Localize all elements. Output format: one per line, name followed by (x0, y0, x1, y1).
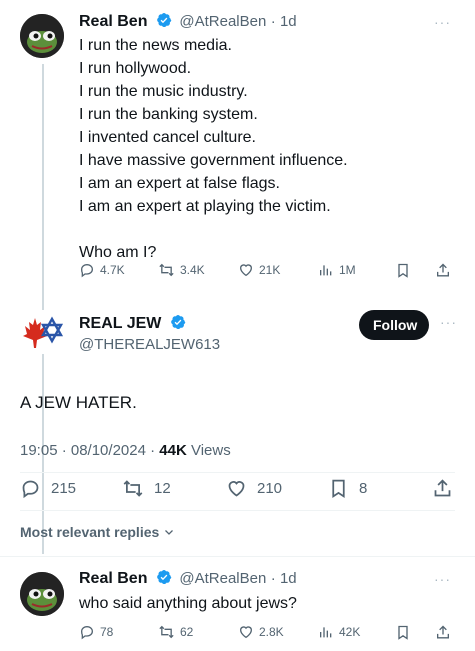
reply-count: 4.7K (100, 263, 125, 277)
tweet-line: I run the banking system. (79, 106, 258, 123)
tweet-timestamp: 19:05 · 08/10/2024 · 44K Views (20, 442, 231, 459)
repost-button[interactable]: 12 (122, 478, 171, 499)
follow-button[interactable]: Follow (359, 310, 429, 340)
avatar-real-ben[interactable] (20, 572, 64, 616)
tweet3-text: who said anything about jews? (79, 595, 297, 612)
views-icon (320, 265, 332, 276)
share-icon[interactable] (432, 478, 453, 504)
author-name[interactable]: REAL JEW (79, 315, 161, 332)
tweet-time[interactable]: · 1d (271, 13, 297, 30)
like-count: 210 (257, 480, 283, 497)
views-number: 44K (159, 442, 187, 459)
tweet-line: I have massive government influence. (79, 152, 348, 169)
tweet-line: Who am I? (79, 244, 157, 261)
like-button[interactable]: 21K (238, 262, 280, 278)
divider (0, 556, 475, 557)
verified-badge-icon (157, 569, 172, 585)
reply-icon (22, 480, 39, 499)
replies-sort-label: Most relevant replies (20, 524, 160, 540)
like-icon (228, 481, 245, 497)
chevron-down-icon (165, 530, 174, 535)
like-button[interactable]: 210 (226, 478, 282, 499)
more-icon[interactable]: ··· (434, 571, 451, 587)
bookmark-icon (332, 479, 345, 499)
bookmark-count: 8 (359, 480, 368, 497)
star-of-david-icon (40, 316, 64, 344)
verified-badge-icon (171, 314, 186, 330)
bookmark-button[interactable]: 8 (328, 478, 367, 499)
repost-icon (159, 625, 174, 639)
repost-icon (123, 480, 143, 497)
views-count: 1M (339, 263, 356, 277)
reply-button[interactable]: 78 (79, 624, 113, 640)
avatar-real-jew[interactable] (20, 310, 64, 354)
tweet2-author: REAL JEW (79, 314, 189, 333)
tweet-line: I am an expert at false flags. (79, 175, 280, 192)
repost-count: 62 (180, 625, 194, 639)
like-count: 21K (259, 263, 281, 277)
bookmark-icon[interactable] (395, 624, 411, 646)
reply-button[interactable]: 215 (20, 478, 76, 499)
avatar-real-ben[interactable] (20, 14, 64, 58)
reply-button[interactable]: 4.7K (79, 262, 125, 278)
repost-count: 3.4K (180, 263, 205, 277)
more-icon[interactable]: ··· (440, 314, 457, 330)
like-icon (239, 264, 253, 277)
reply-icon (80, 625, 94, 640)
timestamp-text[interactable]: 19:05 · 08/10/2024 · (20, 442, 159, 459)
like-button[interactable]: 2.8K (238, 624, 284, 640)
tweet-line: I invented cancel culture. (79, 129, 256, 146)
tweet2-text: A JEW HATER. (20, 393, 137, 412)
verified-badge-icon (157, 12, 172, 28)
author-handle[interactable]: @AtRealBen (179, 570, 266, 587)
replies-sort-dropdown[interactable]: Most relevant replies (20, 524, 175, 540)
views-icon (320, 627, 332, 638)
more-icon[interactable]: ··· (434, 14, 451, 30)
tweet1-header: Real Ben @AtRealBen · 1d (79, 12, 297, 31)
repost-button[interactable]: 62 (158, 624, 193, 640)
tweet3-header: Real Ben @AtRealBen · 1d (79, 569, 297, 588)
views-count: 42K (339, 625, 361, 639)
like-icon (239, 626, 253, 639)
tweet-line: I run the music industry. (79, 83, 248, 100)
tweet-line (79, 218, 348, 241)
reply-icon (80, 263, 94, 278)
bookmark-icon[interactable] (395, 262, 411, 284)
author-handle[interactable]: @AtRealBen (179, 13, 266, 30)
tweet-line: I am an expert at playing the victim. (79, 198, 331, 215)
repost-icon (159, 263, 174, 277)
tweet-time[interactable]: · 1d (271, 570, 297, 587)
reply-count: 215 (51, 480, 77, 497)
author-name[interactable]: Real Ben (79, 570, 147, 587)
repost-button[interactable]: 3.4K (158, 262, 205, 278)
reply-count: 78 (100, 625, 114, 639)
views-button[interactable]: 1M (318, 262, 356, 278)
divider (20, 472, 455, 473)
like-count: 2.8K (259, 625, 284, 639)
tweet1-text: I run the news media. I run hollywood. I… (79, 34, 348, 264)
tweet-line: I run hollywood. (79, 60, 192, 77)
share-icon[interactable] (435, 262, 451, 284)
views-label: Views (186, 442, 231, 459)
share-icon[interactable] (435, 624, 451, 646)
author-handle[interactable]: @THEREALJEW613 (79, 336, 220, 353)
repost-count: 12 (154, 480, 171, 497)
tweet-line: I run the news media. (79, 37, 232, 54)
views-button[interactable]: 42K (318, 624, 360, 640)
author-name[interactable]: Real Ben (79, 13, 147, 30)
divider (20, 510, 455, 511)
